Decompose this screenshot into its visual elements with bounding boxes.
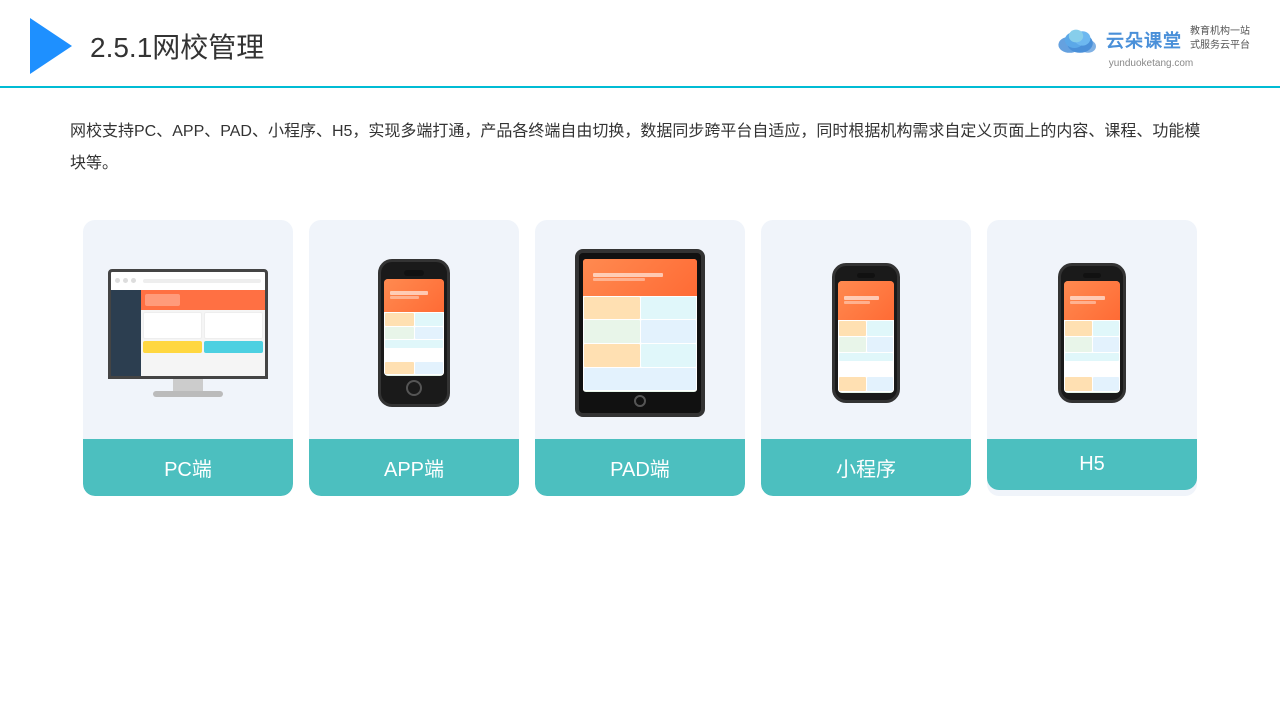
- card-miniapp: 小程序: [761, 220, 971, 496]
- logo-text: 云朵课堂: [1106, 27, 1182, 53]
- miniapp-phone-mockup: [832, 263, 900, 403]
- tablet-screen: [583, 259, 697, 392]
- description-text: 网校支持PC、APP、PAD、小程序、H5，实现多端打通，产品各终端自由切换，数…: [0, 88, 1280, 200]
- page-title: 2.5.1网校管理: [90, 26, 264, 66]
- h5-phone-screen: [1064, 281, 1120, 393]
- miniapp-phone-notch: [857, 273, 875, 278]
- pc-mockup: [108, 269, 268, 397]
- phone-home-btn: [406, 380, 422, 396]
- miniapp-phone-screen: [838, 281, 894, 393]
- title-main: 网校管理: [152, 32, 264, 63]
- miniapp-image-area: [771, 240, 961, 425]
- header: 2.5.1网校管理 云朵课堂 教育机构一站式服务云平台 yunduoketang…: [0, 0, 1280, 88]
- phone-notch: [404, 270, 424, 276]
- card-label-pad: PAD端: [535, 439, 745, 496]
- miniapp-phone-frame: [832, 263, 900, 403]
- logo-url: yunduoketang.com: [1109, 58, 1194, 69]
- play-icon: [30, 18, 72, 74]
- tablet-home-btn: [634, 395, 646, 407]
- pc-screen: [108, 269, 268, 379]
- phone-screen: [384, 279, 444, 376]
- pc-image-area: [93, 240, 283, 425]
- card-label-h5: H5: [987, 439, 1197, 490]
- card-label-pc: PC端: [83, 439, 293, 496]
- h5-phone-notch: [1083, 273, 1101, 278]
- card-label-miniapp: 小程序: [761, 439, 971, 496]
- logo-tagline: 教育机构一站式服务云平台: [1190, 25, 1250, 53]
- pad-image-area: [545, 240, 735, 425]
- logo-area: 云朵课堂 教育机构一站式服务云平台 yunduoketang.com: [1052, 24, 1250, 69]
- cards-container: PC端: [0, 210, 1280, 506]
- card-h5: H5: [987, 220, 1197, 496]
- card-pc: PC端: [83, 220, 293, 496]
- cloud-icon: [1052, 24, 1100, 56]
- tablet-mockup: [575, 249, 705, 417]
- title-prefix: 2.5.1: [90, 32, 152, 63]
- tablet-frame: [575, 249, 705, 417]
- h5-image-area: [997, 240, 1187, 425]
- h5-phone-frame: [1058, 263, 1126, 403]
- phone-mockup: [378, 259, 450, 407]
- card-label-app: APP端: [309, 439, 519, 496]
- h5-phone-mockup: [1058, 263, 1126, 403]
- header-left: 2.5.1网校管理: [30, 18, 264, 74]
- card-app: APP端: [309, 220, 519, 496]
- phone-frame: [378, 259, 450, 407]
- app-image-area: [319, 240, 509, 425]
- logo-cloud: 云朵课堂 教育机构一站式服务云平台: [1052, 24, 1250, 56]
- card-pad: PAD端: [535, 220, 745, 496]
